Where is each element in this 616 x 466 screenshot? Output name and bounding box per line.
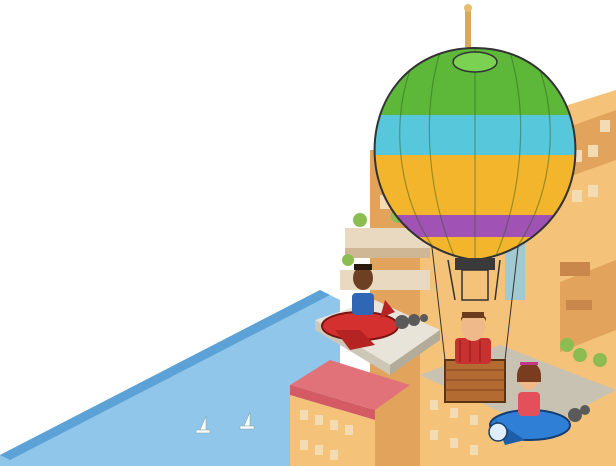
scene-canvas	[0, 4, 616, 466]
game-scene	[0, 0, 616, 466]
tower-antenna-icon	[464, 4, 472, 50]
sea-water	[0, 290, 340, 466]
